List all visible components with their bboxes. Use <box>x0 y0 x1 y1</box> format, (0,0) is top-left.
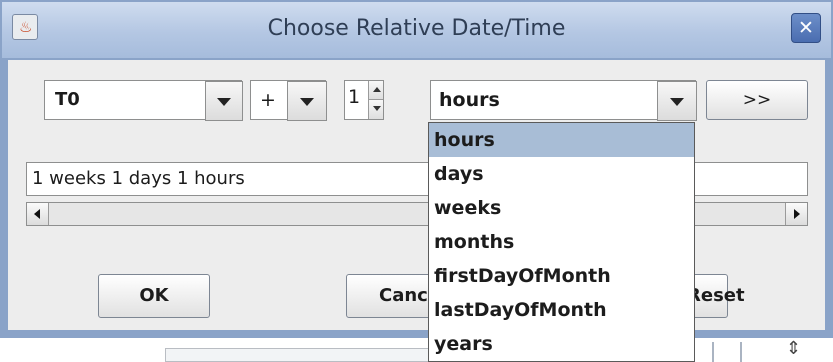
chevron-down-icon <box>217 98 231 106</box>
dropdown-option[interactable]: hours <box>429 123 694 157</box>
spinner-down-button[interactable] <box>368 100 383 119</box>
unit-combobox[interactable]: hours <box>430 80 697 121</box>
dropdown-option[interactable]: months <box>429 225 694 259</box>
title-bar[interactable]: Choose Relative Date/Time <box>2 2 831 58</box>
arrow-down-icon <box>373 106 381 111</box>
unit-dropdown-list[interactable]: hours days weeks months firstDayOfMonth … <box>428 122 695 362</box>
close-button[interactable]: ✕ <box>791 13 821 43</box>
operator-dropdown-button[interactable] <box>287 81 327 121</box>
operator-value: + <box>260 89 276 111</box>
window-title: Choose Relative Date/Time <box>267 16 566 41</box>
operator-combobox[interactable]: + <box>250 80 327 121</box>
arrow-left-icon <box>34 209 40 219</box>
dropdown-option[interactable]: firstDayOfMonth <box>429 259 694 293</box>
dropdown-option[interactable]: lastDayOfMonth <box>429 293 694 327</box>
dropdown-option[interactable]: days <box>429 157 694 191</box>
scroll-right-button[interactable] <box>785 203 807 225</box>
spinner-up-button[interactable] <box>368 81 383 100</box>
chevron-down-icon <box>670 98 684 106</box>
background-panel <box>712 342 742 362</box>
reference-value: T0 <box>55 89 80 110</box>
reference-dropdown-button[interactable] <box>205 81 243 121</box>
unit-dropdown-button[interactable] <box>657 81 697 121</box>
reference-combobox[interactable]: T0 <box>44 80 243 121</box>
java-cup-icon: ♨ <box>12 14 38 40</box>
background-field <box>165 348 435 362</box>
background-glyph-icon: ⇕ <box>786 338 802 359</box>
append-button[interactable]: >> <box>706 80 808 120</box>
amount-value[interactable]: 1 <box>348 86 366 108</box>
expression-text: 1 weeks 1 days 1 hours <box>32 168 245 189</box>
dropdown-option[interactable]: years <box>429 327 694 361</box>
unit-value: hours <box>439 89 500 111</box>
dropdown-option[interactable]: weeks <box>429 191 694 225</box>
arrow-right-icon <box>794 209 800 219</box>
chevron-down-icon <box>300 98 314 106</box>
ok-button[interactable]: OK <box>98 274 210 318</box>
scroll-left-button[interactable] <box>27 203 49 225</box>
arrow-up-icon <box>373 87 381 92</box>
